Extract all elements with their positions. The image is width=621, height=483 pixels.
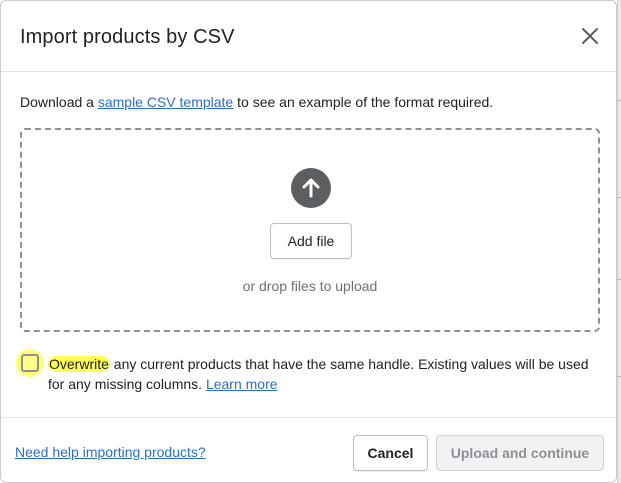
- overwrite-highlight-word: Overwrite: [48, 356, 110, 372]
- dialog-title: Import products by CSV: [20, 26, 235, 48]
- overwrite-description: any current products that have the same …: [48, 356, 589, 392]
- add-file-button[interactable]: Add file: [270, 223, 352, 259]
- download-suffix: to see an example of the format required…: [233, 94, 494, 110]
- learn-more-link[interactable]: Learn more: [206, 376, 278, 392]
- overwrite-label[interactable]: Overwrite any current products that have…: [48, 354, 593, 394]
- backdrop-line: [617, 100, 621, 101]
- download-prefix: Download a: [20, 94, 98, 110]
- backdrop-line: [617, 376, 621, 377]
- download-instructions: Download a sample CSV template to see an…: [20, 94, 493, 110]
- cancel-button[interactable]: Cancel: [353, 435, 428, 471]
- upload-and-continue-button[interactable]: Upload and continue: [436, 435, 604, 471]
- close-icon: [580, 26, 600, 51]
- dialog-footer: Need help importing products? Cancel Upl…: [1, 417, 616, 483]
- upload-arrow-icon: [291, 168, 331, 208]
- dialog-header: Import products by CSV: [1, 1, 616, 72]
- help-importing-link[interactable]: Need help importing products?: [15, 444, 206, 460]
- drop-files-hint: or drop files to upload: [242, 278, 378, 294]
- import-dialog: Import products by CSV Download a sample…: [0, 0, 617, 483]
- sample-csv-template-link[interactable]: sample CSV template: [98, 94, 233, 110]
- close-button[interactable]: [575, 23, 605, 53]
- backdrop-line: [617, 197, 621, 198]
- backdrop-line: [617, 279, 621, 280]
- dialog-body: Download a sample CSV template to see an…: [1, 72, 616, 417]
- overwrite-checkbox[interactable]: [21, 354, 39, 372]
- file-dropzone[interactable]: Add file or drop files to upload: [20, 128, 600, 332]
- page-backdrop: [617, 0, 621, 483]
